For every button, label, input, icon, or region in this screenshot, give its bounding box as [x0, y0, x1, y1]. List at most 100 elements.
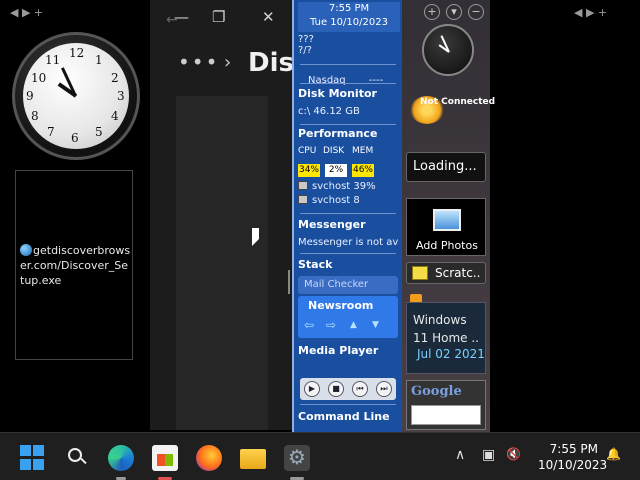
taskbar-date: 10/10/2023	[538, 458, 608, 472]
cpu-label: CPU	[298, 146, 317, 156]
explorer-window: ← — ❐ ✕ ••• › Disp	[150, 0, 313, 430]
mouse-pointer-icon	[252, 228, 259, 246]
notification-bell-icon[interactable]: 🔔	[606, 447, 621, 461]
gadget-sidebar: 7:55 PM Tue 10/10/2023 ??? ?/? Nasdaq --…	[292, 0, 402, 432]
content-pane	[176, 96, 268, 430]
mem-meter: 46%	[352, 164, 374, 177]
messenger-status: Messenger is not av	[298, 237, 398, 248]
weather-line: ???	[298, 34, 314, 45]
mem-label: MEM	[352, 146, 374, 156]
more-options-button[interactable]: •••	[178, 50, 219, 74]
edge-browser-icon[interactable]	[108, 445, 134, 471]
display-icon[interactable]: ▣	[482, 447, 495, 463]
feed-title: Windows	[413, 313, 467, 327]
clock-number: 1	[95, 53, 103, 67]
performance-gadget[interactable]: Performance CPU DISK MEM 34% 2% 46% svchost …	[298, 127, 398, 206]
clock-number: 12	[69, 46, 85, 60]
minimize-sidebar-button[interactable]: −	[468, 4, 484, 20]
taskbar-clock[interactable]: 7:55 PM 10/10/2023	[538, 441, 608, 473]
scratchpad-gadget[interactable]: Scratc..	[406, 262, 486, 284]
google-logo: Google	[411, 384, 462, 399]
weather-line: ?/?	[298, 45, 312, 56]
clock-number: 10	[31, 71, 47, 85]
media-controls: ▶ ■ ⏮ ⏭	[300, 378, 396, 400]
messenger-gadget[interactable]: Messenger Messenger is not av	[298, 218, 398, 248]
disk-meter: 2%	[325, 164, 347, 177]
add-gadget-button[interactable]: +	[424, 4, 440, 20]
process-icon	[298, 195, 308, 204]
newsroom-next-button[interactable]: ⇨	[326, 318, 336, 332]
scratchpad-label: Scratc..	[435, 266, 481, 280]
divider	[300, 404, 396, 405]
google-search-input[interactable]	[411, 405, 481, 425]
download-panel: getdiscoverbrowser.com/Discover_Setup.ex…	[15, 170, 133, 360]
disk-free-value: c:\ 46.12 GB	[298, 106, 360, 117]
right-nav-arrows[interactable]: ◀ ▶ +	[574, 6, 607, 19]
messenger-title: Messenger	[298, 218, 366, 231]
clock-number: 2	[111, 71, 119, 85]
clock-number: 4	[111, 109, 119, 123]
clock-face: 12 1 2 3 4 5 6 7 8 9 10 11	[23, 43, 129, 149]
newsroom-gadget[interactable]: Newsroom ⇦ ⇨ ▲ ▼	[298, 296, 398, 338]
disk-monitor-gadget[interactable]: Disk Monitor c:\ 46.12 GB	[298, 87, 398, 117]
globe-icon	[20, 244, 32, 256]
stock-value: ----	[368, 75, 384, 86]
sticky-note-icon	[412, 266, 428, 280]
scrollbar[interactable]	[288, 270, 290, 294]
newsroom-prev-button[interactable]: ⇦	[304, 318, 314, 332]
sidebar-time: 7:55 PM	[328, 3, 370, 14]
minimize-button[interactable]: —	[174, 8, 189, 26]
start-button[interactable]	[20, 445, 46, 471]
speaker-muted-icon[interactable]: 🔇	[506, 447, 521, 461]
loading-gadget[interactable]: Loading...	[406, 152, 486, 182]
newsroom-title: Newsroom	[308, 299, 374, 312]
next-track-button[interactable]: ⏭	[376, 381, 392, 397]
stop-button[interactable]: ■	[328, 381, 344, 397]
stack-title: Stack	[298, 258, 333, 271]
gadget-menu-button[interactable]: ▾	[446, 4, 462, 20]
clock-number: 3	[117, 89, 125, 103]
store-icon[interactable]	[152, 445, 178, 471]
stock-ticker[interactable]: Nasdaq ----	[308, 68, 408, 87]
firefox-icon[interactable]	[196, 445, 222, 471]
newsroom-down-button[interactable]: ▼	[372, 320, 379, 330]
divider	[300, 83, 396, 84]
desktop-screen: ◀ ▶ + 12 1 2 3 4 5 6 7 8 9 10 11 getdisc…	[0, 0, 640, 480]
feed-date: Jul 02 2021	[417, 347, 485, 361]
process-item: svchost 39%	[312, 181, 376, 192]
clock-number: 9	[26, 89, 34, 103]
file-explorer-icon[interactable]	[240, 449, 266, 469]
clock-number: 11	[45, 53, 61, 67]
chevron-right-icon: ›	[224, 52, 232, 73]
command-line-gadget[interactable]: Command Line	[298, 410, 398, 423]
tray-chevron-icon[interactable]: ∧	[455, 447, 465, 463]
media-player-title: Media Player	[298, 344, 379, 357]
stack-gadget[interactable]: Stack	[298, 258, 398, 271]
previous-track-button[interactable]: ⏮	[352, 381, 368, 397]
sidebar-clock[interactable]: 7:55 PM Tue 10/10/2023	[298, 2, 400, 32]
download-item[interactable]: getdiscoverbrowser.com/Discover_Setup.ex…	[20, 243, 132, 288]
mail-checker-button[interactable]: Mail Checker	[298, 276, 398, 294]
add-photos-label[interactable]: Add Photos	[407, 239, 487, 252]
download-filename: getdiscoverbrowser.com/Discover_Setup.ex…	[20, 244, 131, 287]
left-nav-arrows[interactable]: ◀ ▶ +	[10, 6, 43, 19]
divider	[300, 253, 396, 254]
search-icon[interactable]	[64, 445, 90, 471]
feed-headlines-gadget[interactable]: Windows 11 Home .. Jul 02 2021	[406, 302, 486, 374]
clock-number: 6	[71, 131, 79, 145]
divider	[300, 213, 396, 214]
small-clock-gadget[interactable]	[422, 24, 474, 76]
clock-number: 5	[95, 125, 103, 139]
close-button[interactable]: ✕	[262, 8, 275, 26]
newsroom-up-button[interactable]: ▲	[350, 320, 357, 330]
feed-title: 11 Home ..	[413, 331, 479, 345]
settings-gear-icon[interactable]	[284, 445, 310, 471]
weather-gadget[interactable]: ??? ?/?	[298, 34, 398, 56]
play-button[interactable]: ▶	[304, 381, 320, 397]
slideshow-gadget[interactable]: Add Photos	[406, 198, 486, 256]
analog-clock-gadget[interactable]: 12 1 2 3 4 5 6 7 8 9 10 11	[12, 32, 140, 160]
taskbar: ∧ ▣ 🔇 7:55 PM 10/10/2023 🔔	[0, 432, 640, 480]
maximize-button[interactable]: ❐	[212, 8, 225, 26]
process-item: svchost 8	[312, 195, 360, 206]
media-player-gadget[interactable]: Media Player	[298, 344, 398, 357]
